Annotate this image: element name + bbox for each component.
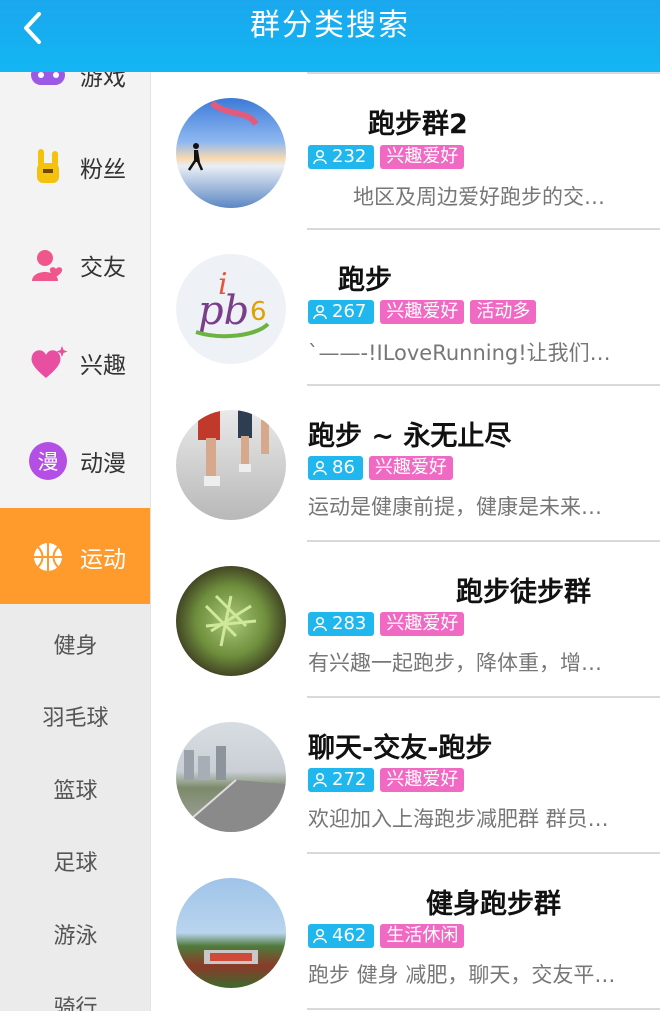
subcategory-basketball[interactable]: 篮球 [0, 773, 150, 805]
activity-tag: 活动多 [470, 300, 537, 324]
group-avatar [176, 410, 286, 520]
list-item[interactable]: 跑步群2 232 兴趣爱好 地区及周边爱好跑步的交… [151, 74, 660, 230]
person-icon [313, 460, 327, 476]
group-avatar [176, 722, 286, 832]
group-description: 地区及周边爱好跑步的交… [353, 185, 605, 209]
sidebar-item-anime[interactable]: 漫 动漫 [0, 412, 150, 510]
member-count: 272 [332, 769, 367, 790]
category-tag: 生活休闲 [380, 924, 465, 948]
group-tags: 86 兴趣爱好 [308, 456, 453, 480]
member-count-badge: 86 [308, 456, 363, 480]
group-name: 跑步徒步群 [456, 577, 591, 608]
sidebar-item-game[interactable]: 游戏 [0, 72, 150, 124]
list-item[interactable]: 健身跑步群 462 生活休闲 跑步 健身 减肥，聊天，交友平… [151, 854, 660, 1010]
subcategory-swimming[interactable]: 游泳 [0, 918, 150, 950]
subcategory-list: 健身 羽毛球 篮球 足球 游泳 骑行 [0, 604, 150, 1011]
category-sidebar: 游戏 粉丝 交友 兴趣 漫 动漫 运动 健身 羽毛球 篮球 足球 游泳 骑行 [0, 72, 151, 1011]
list-item[interactable]: 跑步徒步群 283 兴趣爱好 有兴趣一起跑步，降体重，增… [151, 542, 660, 698]
sidebar-item-sports[interactable]: 运动 [0, 508, 150, 606]
list-item[interactable]: 聊天-交友-跑步 272 兴趣爱好 欢迎加入上海跑步减肥群 群员… [151, 698, 660, 854]
basketball-icon [28, 537, 68, 577]
group-name: 跑步 [338, 265, 392, 296]
sidebar-item-label: 动漫 [80, 451, 126, 477]
category-tag: 兴趣爱好 [380, 612, 465, 636]
person-icon [313, 149, 327, 165]
svg-text:6: 6 [250, 297, 267, 327]
member-count: 283 [332, 613, 367, 634]
svg-text:i: i [218, 267, 228, 302]
sidebar-item-fans[interactable]: 粉丝 [0, 118, 150, 216]
group-description: 运动是健康前提，健康是未来… [308, 495, 602, 519]
member-count: 86 [332, 457, 355, 478]
category-tag: 兴趣爱好 [368, 456, 453, 480]
sidebar-item-label: 粉丝 [80, 157, 126, 183]
member-count-badge: 462 [308, 924, 375, 948]
app-header: 群分类搜索 [0, 0, 660, 72]
member-count-badge: 283 [308, 612, 375, 636]
group-name: 健身跑步群 [426, 889, 561, 920]
list-item[interactable]: 跑步 ~ 永无止尽 86 兴趣爱好 运动是健康前提，健康是未来… [151, 386, 660, 542]
person-icon [313, 928, 327, 944]
group-description: 欢迎加入上海跑步减肥群 群员… [308, 807, 609, 831]
group-avatar [176, 566, 286, 676]
group-description: `——-!ILoveRunning!让我们… [308, 341, 611, 365]
group-tags: 267 兴趣爱好 活动多 [308, 300, 537, 324]
list-item[interactable]: pb i 6 跑步 267 兴趣爱好 活动多 `——-!ILoveRunning!让… [151, 230, 660, 386]
divider [307, 1008, 660, 1010]
person-icon [313, 616, 327, 632]
person-heart-icon [28, 245, 68, 285]
group-description: 有兴趣一起跑步，降体重，增… [308, 651, 602, 675]
person-icon [313, 304, 327, 320]
group-tags: 283 兴趣爱好 [308, 612, 465, 636]
gamepad-icon [28, 72, 68, 95]
member-count: 232 [332, 146, 367, 167]
person-icon [313, 772, 327, 788]
subcategory-badminton[interactable]: 羽毛球 [0, 700, 150, 732]
member-count: 267 [332, 301, 367, 322]
group-list: 跑步群2 232 兴趣爱好 地区及周边爱好跑步的交… pb i 6 跑步 267 兴… [151, 72, 660, 1011]
group-avatar [176, 878, 286, 988]
member-count: 462 [332, 925, 367, 946]
group-tags: 232 兴趣爱好 [308, 145, 465, 169]
group-description: 跑步 健身 减肥，聊天，交友平… [308, 963, 616, 987]
subcategory-fitness[interactable]: 健身 [0, 628, 150, 660]
sidebar-item-label: 交友 [80, 255, 126, 281]
group-name: 跑步群2 [368, 109, 468, 140]
sidebar-item-label: 运动 [80, 547, 126, 573]
member-count-badge: 232 [308, 145, 375, 169]
page-title: 群分类搜索 [250, 8, 410, 43]
group-tags: 272 兴趣爱好 [308, 768, 465, 792]
group-name: 跑步 ~ 永无止尽 [308, 421, 512, 452]
group-tags: 462 生活休闲 [308, 924, 465, 948]
sidebar-item-interest[interactable]: 兴趣 [0, 314, 150, 412]
group-avatar: pb i 6 [176, 254, 286, 364]
manga-badge-icon: 漫 [28, 441, 68, 481]
category-tag: 兴趣爱好 [380, 145, 465, 169]
group-name: 聊天-交友-跑步 [308, 733, 493, 764]
member-count-badge: 272 [308, 768, 375, 792]
sidebar-item-label: 游戏 [80, 72, 126, 91]
sidebar-item-label: 兴趣 [80, 353, 126, 379]
category-tag: 兴趣爱好 [380, 300, 465, 324]
category-tag: 兴趣爱好 [380, 768, 465, 792]
subcategory-cycling[interactable]: 骑行 [0, 990, 150, 1011]
rock-hand-icon [28, 147, 68, 187]
heart-sparkle-icon [28, 343, 68, 383]
subcategory-football[interactable]: 足球 [0, 845, 150, 877]
member-count-badge: 267 [308, 300, 375, 324]
group-avatar [176, 98, 286, 208]
manga-badge: 漫 [29, 442, 67, 480]
sidebar-item-friends[interactable]: 交友 [0, 216, 150, 314]
